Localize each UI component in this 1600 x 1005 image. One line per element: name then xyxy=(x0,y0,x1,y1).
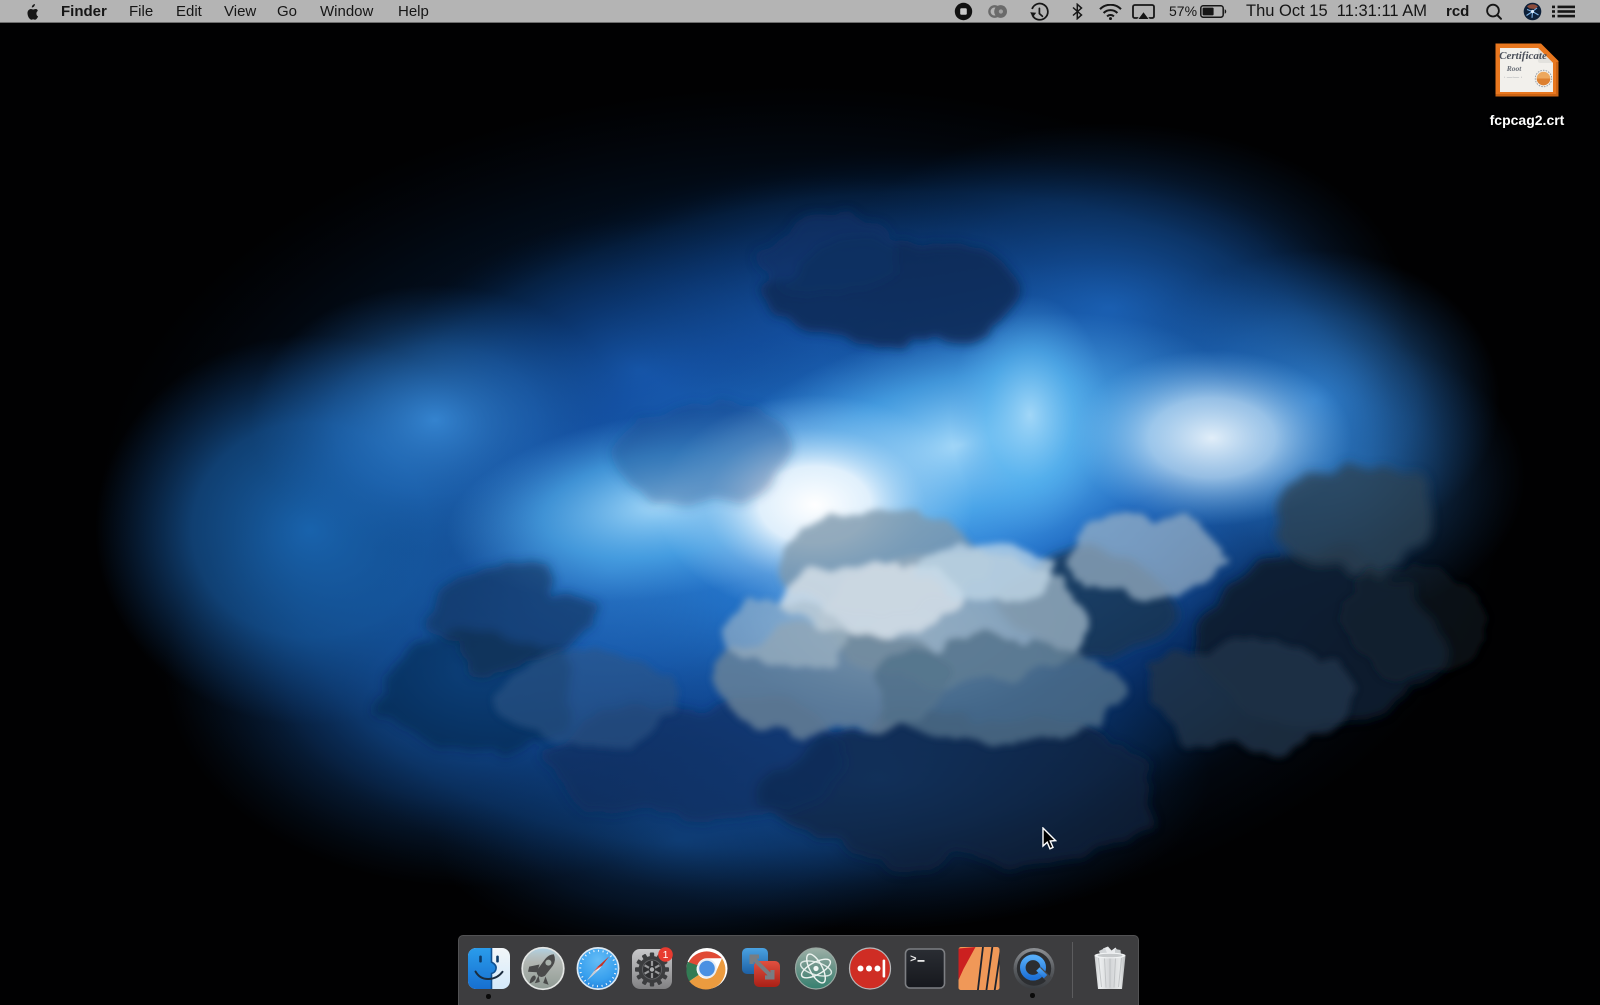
svg-text:· —·— ·: · —·— · xyxy=(1504,75,1523,81)
svg-text:1: 1 xyxy=(663,949,669,961)
svg-text:Root: Root xyxy=(1506,64,1523,73)
svg-text:Certificate: Certificate xyxy=(1499,50,1547,62)
svg-text:>: > xyxy=(910,954,917,966)
